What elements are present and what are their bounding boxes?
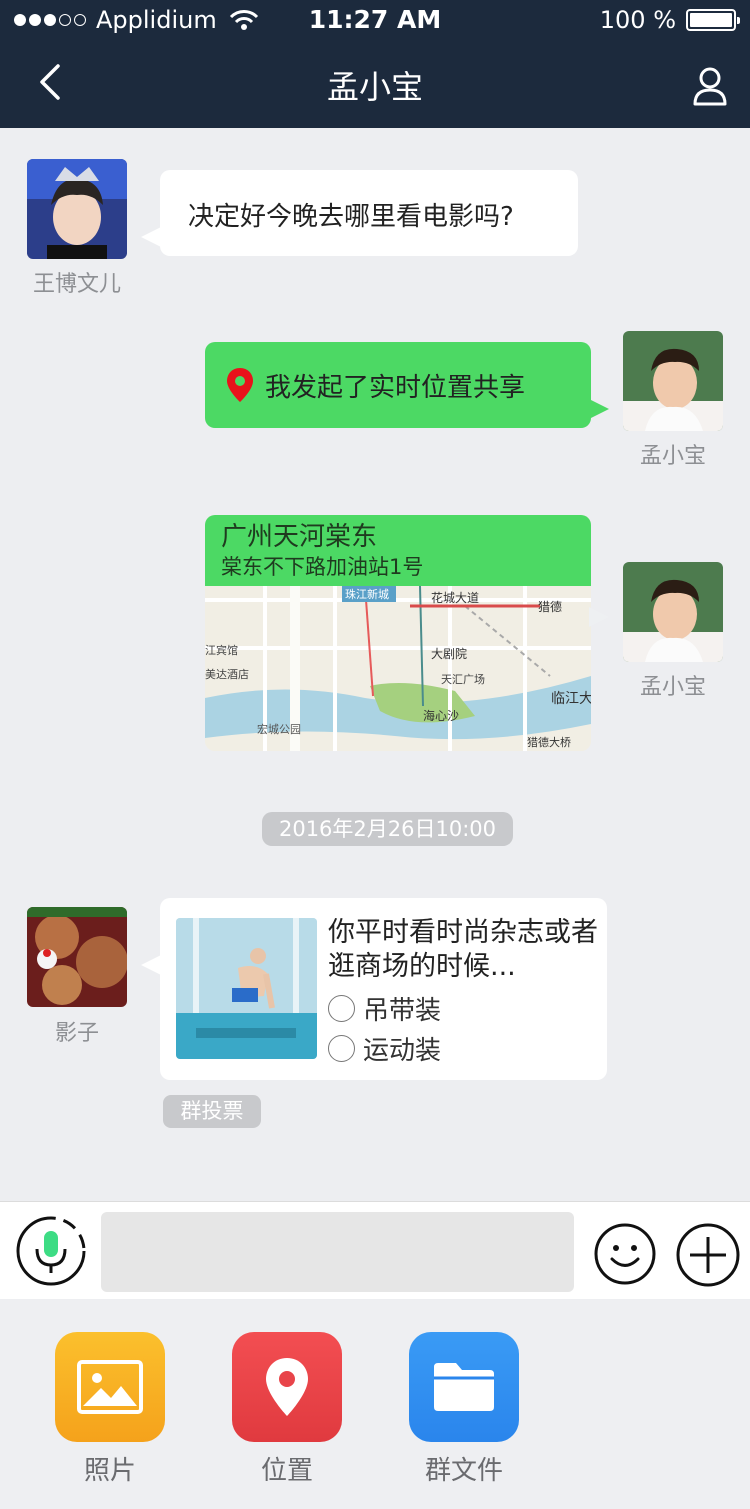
map-label: 花城大道 <box>431 590 479 605</box>
nav-header: Applidium 11:27 AM 100 % 孟小宝 <box>0 0 750 128</box>
poll-card[interactable]: 你平时看时尚杂志或者逛商场的时候... 吊带装 运动装 <box>160 898 607 1080</box>
location-button[interactable]: 位置 <box>232 1332 342 1487</box>
message-input[interactable] <box>101 1212 574 1292</box>
map-label: 宏城公园 <box>257 722 301 736</box>
location-title: 广州天河棠东 <box>221 522 378 552</box>
avatar[interactable] <box>27 907 127 1007</box>
emoji-button[interactable] <box>593 1222 657 1286</box>
avatar[interactable] <box>27 159 127 259</box>
map-label: 江宾馆 <box>205 643 238 657</box>
radio-button[interactable] <box>328 1035 355 1062</box>
battery-percent: 100 % <box>599 6 676 34</box>
map-label: 大剧院 <box>431 647 467 661</box>
map-label: 猎德大桥 <box>527 735 571 749</box>
map-label: 海心沙 <box>423 708 459 723</box>
photo-button[interactable]: 照片 <box>55 1332 165 1487</box>
bubble-tail <box>589 399 609 419</box>
map-label: 美达酒店 <box>205 667 249 681</box>
group-files-button[interactable]: 群文件 <box>409 1332 519 1487</box>
tool-label: 群文件 <box>424 1456 503 1486</box>
bubble-tail <box>589 607 609 627</box>
radio-button[interactable] <box>328 995 355 1022</box>
page-title: 孟小宝 <box>326 68 423 106</box>
battery-indicator: 100 % <box>599 6 740 34</box>
battery-icon <box>686 9 740 31</box>
folder-icon <box>409 1332 519 1442</box>
bubble-tail <box>141 227 161 247</box>
poll-image <box>176 918 317 1059</box>
poll-type-badge: 群投票 <box>163 1095 261 1128</box>
sender-name: 影子 <box>54 1021 99 1046</box>
message-bubble[interactable]: 决定好今晚去哪里看电影吗? <box>160 170 578 256</box>
location-pin-icon <box>227 368 253 402</box>
photo-icon <box>55 1332 165 1442</box>
input-bar <box>0 1201 750 1299</box>
bubble-tail <box>141 955 161 975</box>
poll-option[interactable]: 运动装 <box>328 1030 441 1067</box>
voice-input-button[interactable] <box>15 1215 87 1287</box>
location-pin-icon <box>232 1332 342 1442</box>
poll-option-label: 运动装 <box>363 1036 442 1066</box>
map-label: 珠江新城 <box>345 587 389 601</box>
status-bar: Applidium 11:27 AM 100 % <box>0 0 750 40</box>
poll-option-label: 吊带装 <box>363 996 442 1026</box>
add-attachment-button[interactable] <box>675 1222 741 1288</box>
avatar[interactable] <box>623 331 723 431</box>
avatar[interactable] <box>623 562 723 662</box>
poll-question: 你平时看时尚杂志或者逛商场的时候... <box>328 917 598 982</box>
tool-label: 位置 <box>260 1456 313 1486</box>
poll-option[interactable]: 吊带装 <box>328 990 441 1027</box>
map-label: 猎德 <box>538 599 562 614</box>
timestamp-pill: 2016年2月26日10:00 <box>262 812 513 846</box>
location-share-bubble[interactable]: 我发起了实时位置共享 <box>205 342 591 428</box>
sender-name: 孟小宝 <box>639 675 706 700</box>
map-label: 天汇广场 <box>441 672 485 686</box>
location-address: 棠东不下路加油站1号 <box>221 555 424 579</box>
attachment-panel: 照片 位置 群文件 <box>0 1300 750 1509</box>
map-preview: 珠江新城 花城大道 猎德 江宾馆 美达酒店 大剧院 天汇广场 临江大 宏城公园 … <box>205 586 591 751</box>
location-card-header: 广州天河棠东 棠东不下路加油站1号 <box>205 515 591 586</box>
tool-label: 照片 <box>83 1456 136 1486</box>
sender-name: 王博文儿 <box>32 272 121 297</box>
profile-button[interactable] <box>692 66 728 106</box>
location-card[interactable]: 广州天河棠东 棠东不下路加油站1号 珠江新城 花城大道 猎德 江宾馆 美达酒店 … <box>205 515 591 751</box>
sender-name: 孟小宝 <box>639 444 706 469</box>
map-label: 临江大 <box>551 691 591 707</box>
message-text: 我发起了实时位置共享 <box>265 372 526 403</box>
